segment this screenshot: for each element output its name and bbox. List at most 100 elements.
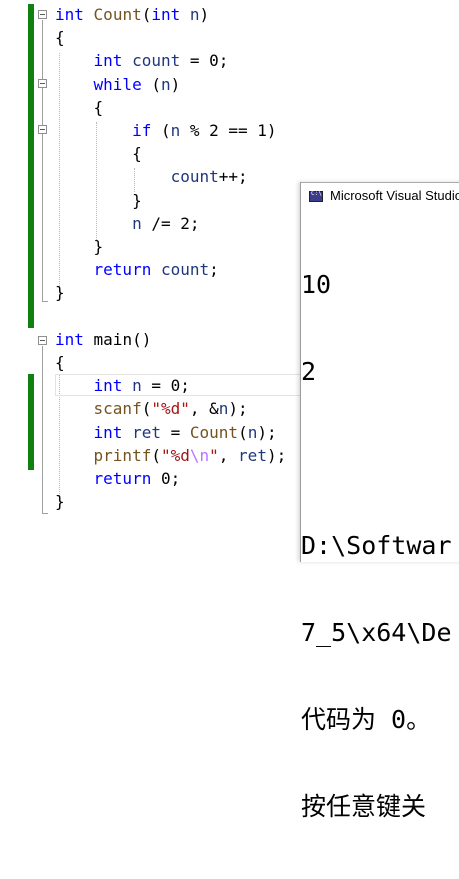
change-indicator (28, 374, 34, 470)
code-token: ret (132, 422, 161, 442)
code-token: ( (151, 445, 161, 465)
code-token: n (170, 121, 181, 140)
code-token: = 0; (141, 376, 190, 396)
code-line[interactable]: printf("%d\n", ret); (55, 444, 287, 467)
code-line[interactable]: return count; (55, 258, 219, 281)
console-app-icon (309, 190, 323, 202)
code-line[interactable]: { (55, 96, 104, 119)
console-title-bar[interactable]: Microsoft Visual Studio (301, 182, 459, 210)
code-line[interactable]: } (55, 189, 142, 212)
code-token: count (132, 51, 181, 71)
code-token: ( (151, 121, 171, 140)
code-token: } (55, 492, 65, 512)
code-token: /= 2; (141, 213, 200, 233)
fold-guide (42, 346, 43, 513)
code-line[interactable]: int main() (55, 328, 151, 351)
code-line[interactable]: int count = 0; (55, 49, 229, 72)
code-token: ( (141, 74, 161, 94)
fold-guide (42, 20, 43, 301)
code-line[interactable]: int ret = Count(n); (55, 421, 277, 444)
code-line[interactable]: return 0; (55, 467, 181, 490)
code-token: "%d (160, 445, 190, 465)
code-line[interactable]: { (55, 26, 65, 49)
code-token: \n (189, 445, 210, 465)
code-line[interactable]: scanf("%d", &n); (55, 397, 248, 420)
collapse-icon[interactable] (38, 336, 47, 345)
fold-guide-end (42, 301, 48, 302)
code-line[interactable]: } (55, 281, 65, 304)
console-output-line: 2 (301, 357, 317, 386)
code-token: } (132, 190, 142, 210)
collapse-icon[interactable] (38, 125, 47, 134)
code-token: % 2 == 1) (180, 121, 277, 140)
code-token: n (247, 422, 258, 442)
console-window[interactable]: Microsoft Visual Studio 10 2 D:\Softwar … (300, 182, 459, 821)
code-token: n (218, 399, 229, 419)
code-token: { (132, 144, 142, 164)
code-token: ( (141, 5, 152, 24)
code-token: } (93, 237, 104, 256)
code-token: scanf (93, 399, 142, 419)
collapse-icon[interactable] (38, 79, 47, 88)
code-token: int (55, 5, 84, 24)
code-token: ( (238, 422, 248, 442)
code-line[interactable]: if (n % 2 == 1) (55, 119, 277, 142)
code-line[interactable]: { (55, 142, 142, 165)
code-token: " (209, 445, 219, 465)
code-token: } (55, 283, 65, 303)
code-token: int (55, 329, 84, 349)
code-line[interactable]: { (55, 351, 65, 374)
code-line[interactable]: count++; (55, 165, 248, 188)
code-token: ) (199, 5, 210, 24)
code-token: "%d" (151, 399, 190, 419)
code-token: while (93, 74, 142, 94)
code-token: return (93, 469, 152, 488)
code-line[interactable]: } (55, 235, 104, 258)
code-line[interactable]: int Count(int n) (55, 3, 209, 26)
code-token: , (218, 445, 239, 465)
code-token: 0 (209, 51, 219, 71)
change-indicator (28, 4, 34, 328)
collapse-icon[interactable] (38, 10, 47, 19)
code-line[interactable]: int n = 0; (55, 374, 190, 397)
code-token: int (93, 422, 123, 442)
code-token: n (132, 376, 142, 396)
code-token: int (93, 51, 123, 71)
code-token: count (170, 167, 219, 187)
code-token: { (55, 353, 65, 372)
fold-guide-end (42, 513, 48, 514)
code-token: ret (238, 445, 267, 465)
code-line[interactable]: } (55, 490, 65, 513)
code-token: Count (93, 5, 142, 24)
code-line[interactable]: n /= 2; (55, 212, 200, 235)
code-token: count (160, 260, 210, 280)
code-token: 0; (151, 469, 181, 488)
code-token: { (55, 28, 65, 48)
code-token: ); (257, 422, 277, 442)
code-token: int (93, 376, 123, 396)
code-token: , & (189, 399, 219, 419)
console-output-line: 按任意键关 (301, 792, 427, 821)
code-line[interactable]: while (n) (55, 73, 181, 96)
code-token: ; (209, 260, 219, 280)
code-token: = (160, 422, 190, 442)
